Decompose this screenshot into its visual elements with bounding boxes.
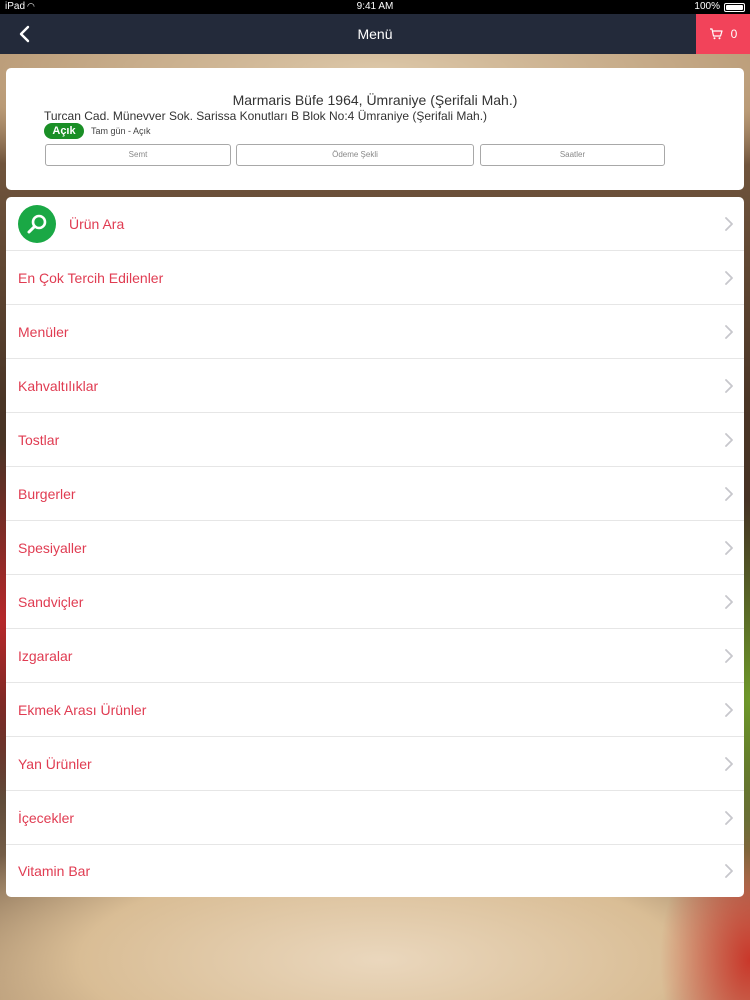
menu-category-label: Tostlar [18, 431, 60, 448]
shop-address: Turcan Cad. Münevver Sok. Sarissa Konutl… [44, 109, 488, 123]
shop-info-card: Marmaris Büfe 1964, Ümraniye (Şerifali M… [6, 68, 744, 190]
battery-icon [724, 3, 745, 12]
status-bar: iPad ◠ 9:41 AM 100% [0, 0, 750, 14]
menu-category-label: Vitamin Bar [18, 863, 91, 879]
chevron-right-icon [725, 702, 733, 717]
status-time: 9:41 AM [356, 1, 394, 12]
menu-category-label: Spesiyaller [18, 539, 87, 556]
menu-category-item[interactable]: Vitamin Bar [6, 845, 744, 897]
semt-button[interactable]: Semt [45, 144, 231, 166]
menu-category-item[interactable]: Yan Ürünler [6, 737, 744, 791]
chevron-right-icon [725, 270, 733, 285]
opening-hours: Tam gün - Açık [91, 126, 151, 136]
status-badge: Açık [44, 123, 84, 139]
battery-percent: 100% [694, 1, 720, 12]
menu-category-item[interactable]: En Çok Tercih Edilenler [6, 251, 744, 305]
product-search-item[interactable]: Ürün Ara [6, 197, 744, 251]
menu-category-list: Ürün Ara En Çok Tercih Edilenler Menüler K… [6, 197, 744, 897]
cart-icon [709, 28, 723, 40]
chevron-right-icon [725, 864, 733, 878]
page-title: Menü [357, 26, 393, 42]
navigation-bar: Menü 0 [0, 14, 750, 54]
menu-category-label: Izgaralar [18, 647, 73, 664]
menu-category-label: İçecekler [18, 809, 75, 826]
hours-button[interactable]: Saatler [480, 144, 665, 166]
menu-category-item[interactable]: Spesiyaller [6, 521, 744, 575]
cart-count: 0 [730, 27, 738, 41]
chevron-right-icon [725, 378, 733, 393]
menu-category-item[interactable]: Burgerler [6, 467, 744, 521]
chevron-right-icon [725, 216, 733, 231]
menu-category-label: En Çok Tercih Edilenler [18, 269, 164, 286]
menu-category-label: Sandviçler [18, 593, 84, 610]
menu-category-item[interactable]: Sandviçler [6, 575, 744, 629]
menu-category-label: Kahvaltılıklar [18, 377, 99, 394]
menu-category-label: Burgerler [18, 485, 76, 502]
chevron-right-icon [725, 432, 733, 447]
chevron-right-icon [725, 756, 733, 771]
chevron-right-icon [725, 594, 733, 609]
menu-category-item[interactable]: Tostlar [6, 413, 744, 467]
chevron-right-icon [725, 486, 733, 501]
chevron-right-icon [725, 648, 733, 663]
payment-method-button[interactable]: Ödeme Şekli [236, 144, 474, 166]
chevron-right-icon [725, 810, 733, 825]
menu-category-label: Menüler [18, 323, 69, 340]
chevron-right-icon [725, 324, 733, 339]
chevron-right-icon [725, 540, 733, 555]
menu-category-label: Ekmek Arası Ürünler [18, 701, 147, 718]
menu-category-item[interactable]: Izgaralar [6, 629, 744, 683]
menu-category-item[interactable]: Kahvaltılıklar [6, 359, 744, 413]
product-search-label: Ürün Ara [69, 215, 125, 232]
menu-category-item[interactable]: Menüler [6, 305, 744, 359]
menu-category-item[interactable]: İçecekler [6, 791, 744, 845]
menu-category-item[interactable]: Ekmek Arası Ürünler [6, 683, 744, 737]
menu-category-label: Yan Ürünler [18, 755, 92, 772]
shop-name: Marmaris Büfe 1964, Ümraniye (Şerifali M… [232, 92, 518, 108]
search-icon [18, 204, 56, 243]
cart-button[interactable]: 0 [696, 14, 750, 54]
